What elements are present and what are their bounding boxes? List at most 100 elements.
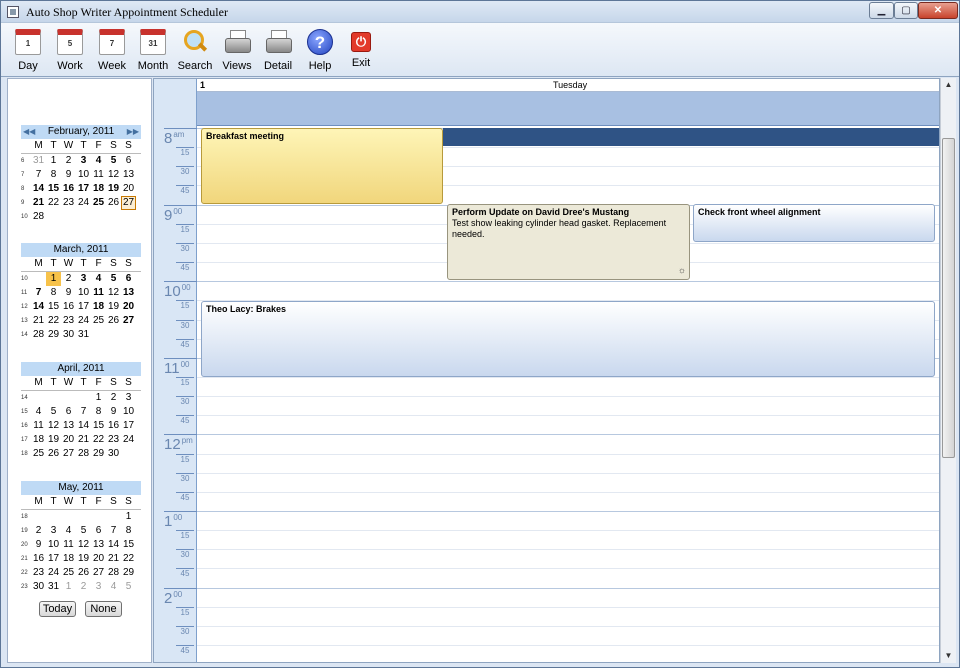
prev-month-icon[interactable]: ◀◀ — [23, 125, 35, 139]
day-cell[interactable]: 12 — [106, 168, 121, 182]
day-cell[interactable]: 8 — [46, 168, 61, 182]
day-cell[interactable]: 1 — [46, 154, 61, 168]
help-button[interactable]: ? Help — [298, 25, 342, 75]
day-cell[interactable]: 27 — [91, 566, 106, 580]
day-cell[interactable]: 31 — [76, 328, 91, 342]
day-cell[interactable]: 19 — [106, 300, 121, 314]
day-cell[interactable]: 18 — [91, 300, 106, 314]
day-cell[interactable]: 3 — [46, 524, 61, 538]
appointment-mustang-update[interactable]: Perform Update on David Dree's Mustang T… — [447, 204, 690, 280]
day-cell[interactable]: 3 — [76, 154, 91, 168]
day-cell[interactable]: 24 — [121, 433, 136, 447]
day-cell[interactable]: 15 — [91, 419, 106, 433]
day-cell[interactable]: 25 — [91, 314, 106, 328]
maximize-button[interactable]: ▢ — [894, 2, 918, 19]
day-cell[interactable]: 29 — [46, 328, 61, 342]
day-cell[interactable]: 25 — [61, 566, 76, 580]
day-cell[interactable]: 5 — [121, 580, 136, 594]
day-cell[interactable]: 14 — [106, 538, 121, 552]
appointment-theo-lacy-brakes[interactable]: Theo Lacy: Brakes — [201, 301, 935, 377]
day-cell[interactable]: 11 — [61, 538, 76, 552]
day-cell[interactable]: 23 — [31, 566, 46, 580]
day-cell[interactable]: 19 — [76, 552, 91, 566]
day-view-button[interactable]: 1 Day — [6, 25, 50, 75]
day-cell[interactable]: 2 — [76, 580, 91, 594]
day-cell[interactable]: 19 — [46, 433, 61, 447]
work-view-button[interactable]: 5 Work — [48, 25, 92, 75]
day-cell[interactable]: 28 — [31, 328, 46, 342]
day-cell[interactable]: 20 — [121, 300, 136, 314]
day-cell[interactable]: 17 — [76, 300, 91, 314]
all-day-area[interactable] — [197, 92, 939, 126]
day-cell[interactable]: 30 — [61, 328, 76, 342]
day-cell[interactable]: 9 — [106, 405, 121, 419]
search-button[interactable]: Search — [173, 25, 217, 75]
scroll-up-button[interactable]: ▲ — [941, 78, 956, 92]
day-cell[interactable]: 1 — [61, 580, 76, 594]
day-cell[interactable]: 29 — [121, 566, 136, 580]
scroll-thumb[interactable] — [942, 138, 955, 458]
day-cell[interactable]: 21 — [76, 433, 91, 447]
day-cell[interactable]: 11 — [31, 419, 46, 433]
day-cell[interactable]: 10 — [76, 286, 91, 300]
day-cell[interactable]: 12 — [46, 419, 61, 433]
day-cell[interactable]: 27 — [61, 447, 76, 461]
day-cell[interactable]: 4 — [31, 405, 46, 419]
day-cell[interactable]: 2 — [61, 154, 76, 168]
day-cell[interactable]: 15 — [46, 182, 61, 196]
day-cell[interactable]: 25 — [31, 447, 46, 461]
day-cell[interactable]: 21 — [106, 552, 121, 566]
day-cell[interactable]: 17 — [46, 552, 61, 566]
day-cell[interactable]: 10 — [121, 405, 136, 419]
day-cell[interactable]: 28 — [76, 447, 91, 461]
day-cell[interactable]: 7 — [31, 286, 46, 300]
day-cell[interactable]: 21 — [31, 314, 46, 328]
day-column-header[interactable]: 1 Tuesday — [197, 79, 939, 92]
day-cell[interactable]: 26 — [46, 447, 61, 461]
day-cell[interactable]: 31 — [31, 154, 46, 168]
day-cell[interactable]: 14 — [31, 300, 46, 314]
day-cell[interactable]: 24 — [76, 196, 91, 210]
day-cell[interactable]: 12 — [76, 538, 91, 552]
day-cell[interactable]: 28 — [31, 210, 46, 224]
day-cell[interactable]: 26 — [106, 196, 121, 210]
day-cell[interactable]: 27 — [121, 196, 136, 210]
day-cell[interactable]: 26 — [76, 566, 91, 580]
appointment-wheel-alignment[interactable]: Check front wheel alignment — [693, 204, 935, 242]
day-cell[interactable]: 22 — [121, 552, 136, 566]
day-cell[interactable]: 14 — [76, 419, 91, 433]
exit-button[interactable]: ⏻ Exit — [339, 25, 383, 75]
day-cell[interactable]: 7 — [106, 524, 121, 538]
day-cell[interactable]: 27 — [121, 314, 136, 328]
day-cell[interactable]: 13 — [91, 538, 106, 552]
day-cell[interactable]: 11 — [91, 286, 106, 300]
day-cell[interactable]: 23 — [61, 314, 76, 328]
day-cell[interactable]: 4 — [106, 580, 121, 594]
today-button[interactable]: Today — [39, 601, 76, 617]
close-button[interactable]: ✕ — [918, 2, 958, 19]
day-cell[interactable]: 5 — [46, 405, 61, 419]
day-cell[interactable]: 11 — [91, 168, 106, 182]
day-cell[interactable]: 4 — [61, 524, 76, 538]
day-cell[interactable]: 13 — [61, 419, 76, 433]
day-cell[interactable]: 1 — [121, 510, 136, 524]
day-cell[interactable]: 16 — [61, 300, 76, 314]
day-cell[interactable]: 7 — [31, 168, 46, 182]
day-cell[interactable]: 6 — [91, 524, 106, 538]
day-cell[interactable]: 31 — [46, 580, 61, 594]
day-cell[interactable]: 26 — [106, 314, 121, 328]
next-month-icon[interactable]: ▶▶ — [127, 125, 139, 139]
day-cell[interactable]: 30 — [106, 447, 121, 461]
day-cell[interactable]: 4 — [91, 272, 106, 286]
day-cell[interactable]: 24 — [46, 566, 61, 580]
day-cell[interactable]: 14 — [31, 182, 46, 196]
day-cell[interactable]: 29 — [91, 447, 106, 461]
day-cell[interactable]: 3 — [121, 391, 136, 405]
day-cell[interactable]: 23 — [106, 433, 121, 447]
none-button[interactable]: None — [85, 601, 122, 617]
day-cell[interactable]: 18 — [31, 433, 46, 447]
day-cell[interactable]: 20 — [91, 552, 106, 566]
day-cell[interactable]: 25 — [91, 196, 106, 210]
day-cell[interactable]: 15 — [121, 538, 136, 552]
day-cell[interactable]: 23 — [61, 196, 76, 210]
